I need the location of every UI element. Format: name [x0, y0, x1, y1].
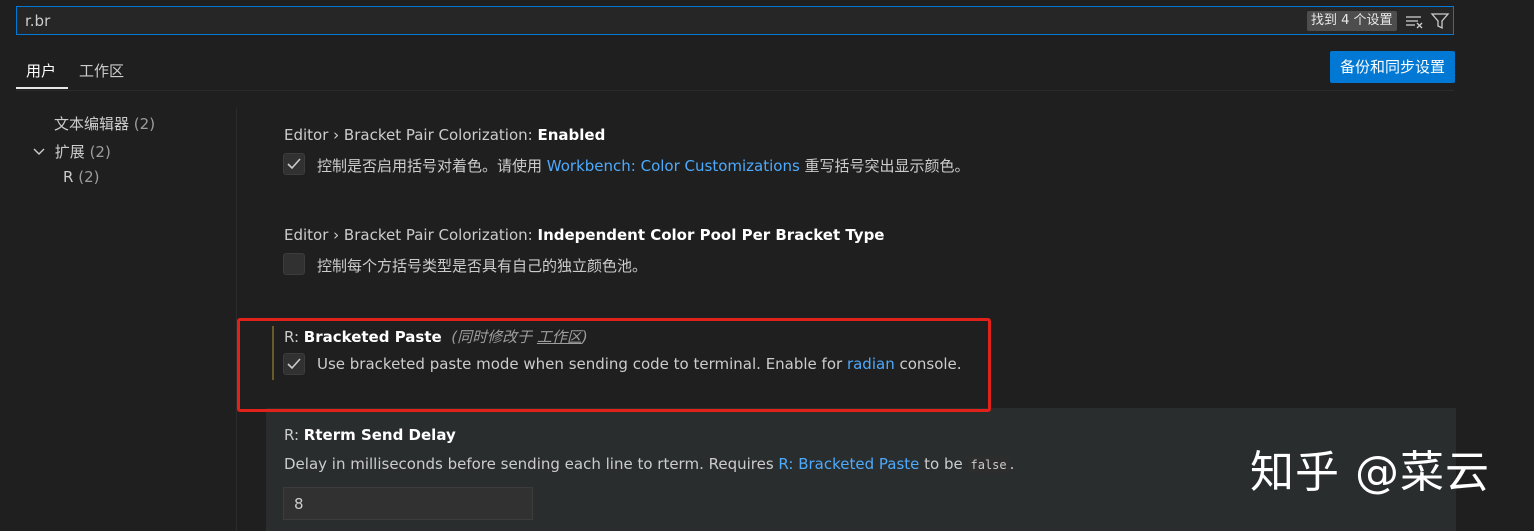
toc-count: (2)	[78, 168, 100, 186]
setting-name: Independent Color Pool Per Bracket Type	[537, 226, 885, 244]
toc-item-text-editor[interactable]: 文本编辑器 (2)	[54, 113, 155, 134]
desc-text: 重写括号突出显示颜色。	[799, 157, 970, 175]
setting-category: Editor › Bracket Pair Colorization:	[284, 226, 538, 244]
settings-search-input[interactable]: r.br 找到 4 个设置	[16, 6, 1454, 35]
tab-workspace[interactable]: 工作区	[79, 60, 124, 81]
bracketed-paste-link[interactable]: R: Bracketed Paste	[778, 455, 919, 473]
toc-item-r[interactable]: R (2)	[63, 168, 99, 186]
setting-name: Enabled	[537, 126, 606, 144]
desc-text: 控制是否启用括号对着色。请使用	[317, 157, 547, 175]
toc-item-extensions[interactable]: 扩展 (2)	[32, 141, 111, 162]
checkbox-independent-color-pool[interactable]	[283, 253, 305, 275]
setting-description: 控制每个方括号类型是否具有自己的独立颜色池。	[317, 257, 648, 275]
setting-category: R:	[284, 426, 304, 444]
highlight-box	[237, 318, 991, 412]
tab-user[interactable]: 用户	[26, 60, 56, 81]
chevron-down-icon[interactable]	[32, 143, 50, 161]
checkbox-bracket-colorization-enabled[interactable]	[283, 153, 305, 175]
toc-label: R	[63, 168, 74, 186]
backup-sync-button[interactable]: 备份和同步设置	[1330, 51, 1455, 83]
result-count-badge: 找到 4 个设置	[1307, 11, 1397, 31]
setting-description: Delay in milliseconds before sending eac…	[284, 455, 1014, 473]
setting-description: 控制是否启用括号对着色。请使用 Workbench: Color Customi…	[317, 155, 970, 176]
active-tab-indicator	[16, 87, 68, 89]
color-customizations-link[interactable]: Workbench: Color Customizations	[547, 157, 800, 175]
toc-count: (2)	[133, 115, 156, 133]
desc-text: to be	[919, 455, 968, 473]
filter-icon[interactable]	[1430, 11, 1450, 31]
code-false: false	[967, 457, 1010, 473]
setting-title-independent-color-pool: Editor › Bracket Pair Colorization: Inde…	[284, 226, 884, 244]
setting-name: Rterm Send Delay	[303, 426, 456, 444]
desc-text: .	[1009, 455, 1015, 473]
search-value[interactable]: r.br	[25, 12, 50, 30]
check-icon	[287, 158, 301, 170]
toc-count: (2)	[89, 143, 111, 161]
watermark: 知乎 @菜云	[1250, 447, 1490, 498]
setting-title-rterm-send-delay: R: Rterm Send Delay	[284, 426, 456, 444]
tab-divider	[16, 90, 1454, 91]
desc-text: Delay in milliseconds before sending eac…	[284, 455, 779, 473]
setting-category: Editor › Bracket Pair Colorization:	[284, 126, 538, 144]
toc-label: 扩展	[54, 143, 85, 161]
toc-label: 文本编辑器	[54, 115, 130, 133]
clear-filter-icon[interactable]	[1404, 11, 1424, 31]
rterm-send-delay-input[interactable]: 8	[283, 487, 533, 520]
setting-title-bracket-colorization-enabled: Editor › Bracket Pair Colorization: Enab…	[284, 126, 605, 144]
